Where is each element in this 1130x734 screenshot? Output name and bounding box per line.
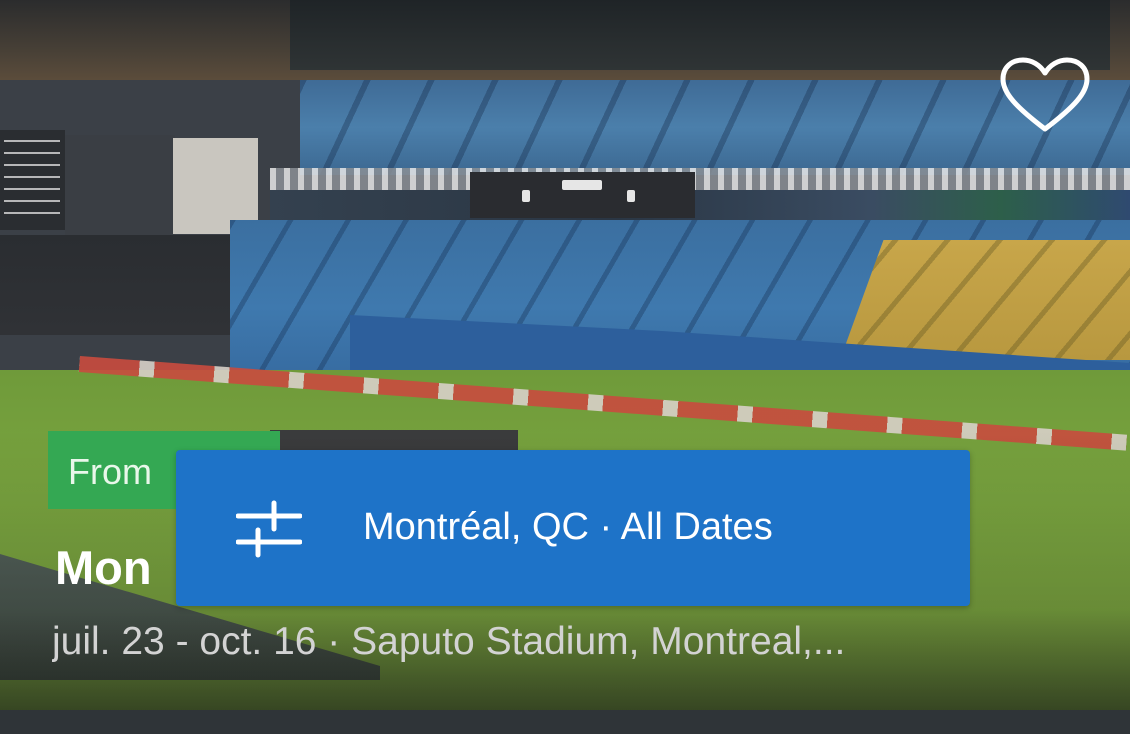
- sliders-icon: [235, 498, 303, 560]
- photo-left-board-lines: [4, 140, 60, 220]
- photo-lights: [270, 168, 1130, 192]
- photo-yellow-seats: [840, 240, 1130, 360]
- heart-outline-icon[interactable]: [998, 55, 1092, 137]
- photo-ad-band: [270, 190, 1130, 220]
- photo-mid-board: [65, 135, 175, 235]
- photo-roof-shadow: [290, 0, 1110, 70]
- event-subtitle: juil. 23 - oct. 16 · Saputo Stadium, Mon…: [52, 620, 846, 663]
- location-date-filter-button[interactable]: Montréal, QC · All Dates: [176, 450, 970, 606]
- photo-scoreboard: [470, 172, 695, 218]
- filter-label: Montréal, QC · All Dates: [363, 506, 773, 548]
- card-bottom-bar: [0, 710, 1130, 734]
- event-card[interactable]: From Mon juil. 23 - oct. 16 · Saputo Sta…: [0, 0, 1130, 734]
- price-badge-label: From: [68, 451, 152, 492]
- photo-left-wall: [0, 235, 230, 335]
